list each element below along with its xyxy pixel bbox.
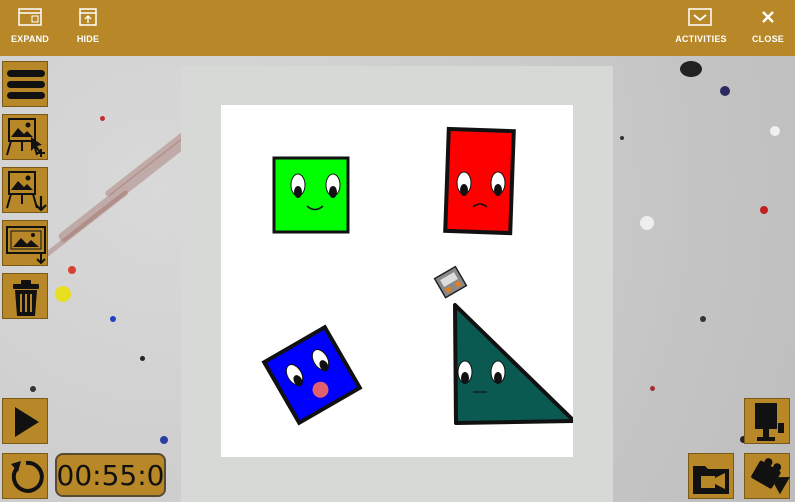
red-rectangle-character[interactable] [443, 126, 516, 236]
top-bar: EXPAND HIDE ACTIVITIES CLOSE [0, 0, 795, 56]
record-icon [755, 403, 784, 441]
play-button[interactable] [2, 398, 48, 444]
camera-button[interactable] [744, 453, 790, 499]
download-background-icon [6, 171, 47, 212]
teal-triangle-character[interactable] [453, 303, 573, 425]
expand-button[interactable]: EXPAND [4, 0, 56, 56]
background-settings-button[interactable] [2, 220, 48, 266]
hide-icon [79, 8, 97, 26]
timer-display: 00:55:0 [55, 453, 166, 497]
sprite-widget-icon[interactable] [433, 265, 468, 299]
close-icon [762, 11, 774, 23]
close-button[interactable]: CLOSE [748, 0, 788, 56]
green-square-character[interactable] [272, 156, 350, 234]
add-background-button[interactable] [2, 114, 48, 160]
expand-icon [18, 8, 42, 26]
folder-video-icon [693, 466, 729, 494]
activities-button[interactable]: ACTIVITIES [672, 0, 730, 56]
download-background-button[interactable] [2, 167, 48, 213]
video-folder-button[interactable] [688, 453, 734, 499]
delete-button[interactable] [2, 273, 48, 319]
menu-icon [7, 70, 45, 99]
blue-square-character[interactable] [261, 324, 363, 426]
activities-label: ACTIVITIES [675, 34, 727, 44]
stage-canvas[interactable] [221, 105, 573, 457]
replay-button[interactable] [2, 453, 48, 499]
activities-icon [688, 8, 712, 26]
background-settings-icon [6, 226, 46, 265]
add-background-icon [6, 118, 45, 157]
hide-label: HIDE [76, 34, 100, 44]
expand-label: EXPAND [10, 34, 50, 44]
close-label: CLOSE [751, 34, 784, 44]
camera-icon [751, 458, 790, 495]
menu-button[interactable] [2, 61, 48, 107]
hide-button[interactable]: HIDE [66, 0, 110, 56]
play-icon [15, 407, 39, 437]
stage-drawing [261, 126, 573, 426]
trash-icon [13, 280, 39, 316]
record-button[interactable] [744, 398, 790, 444]
replay-icon [11, 460, 44, 493]
